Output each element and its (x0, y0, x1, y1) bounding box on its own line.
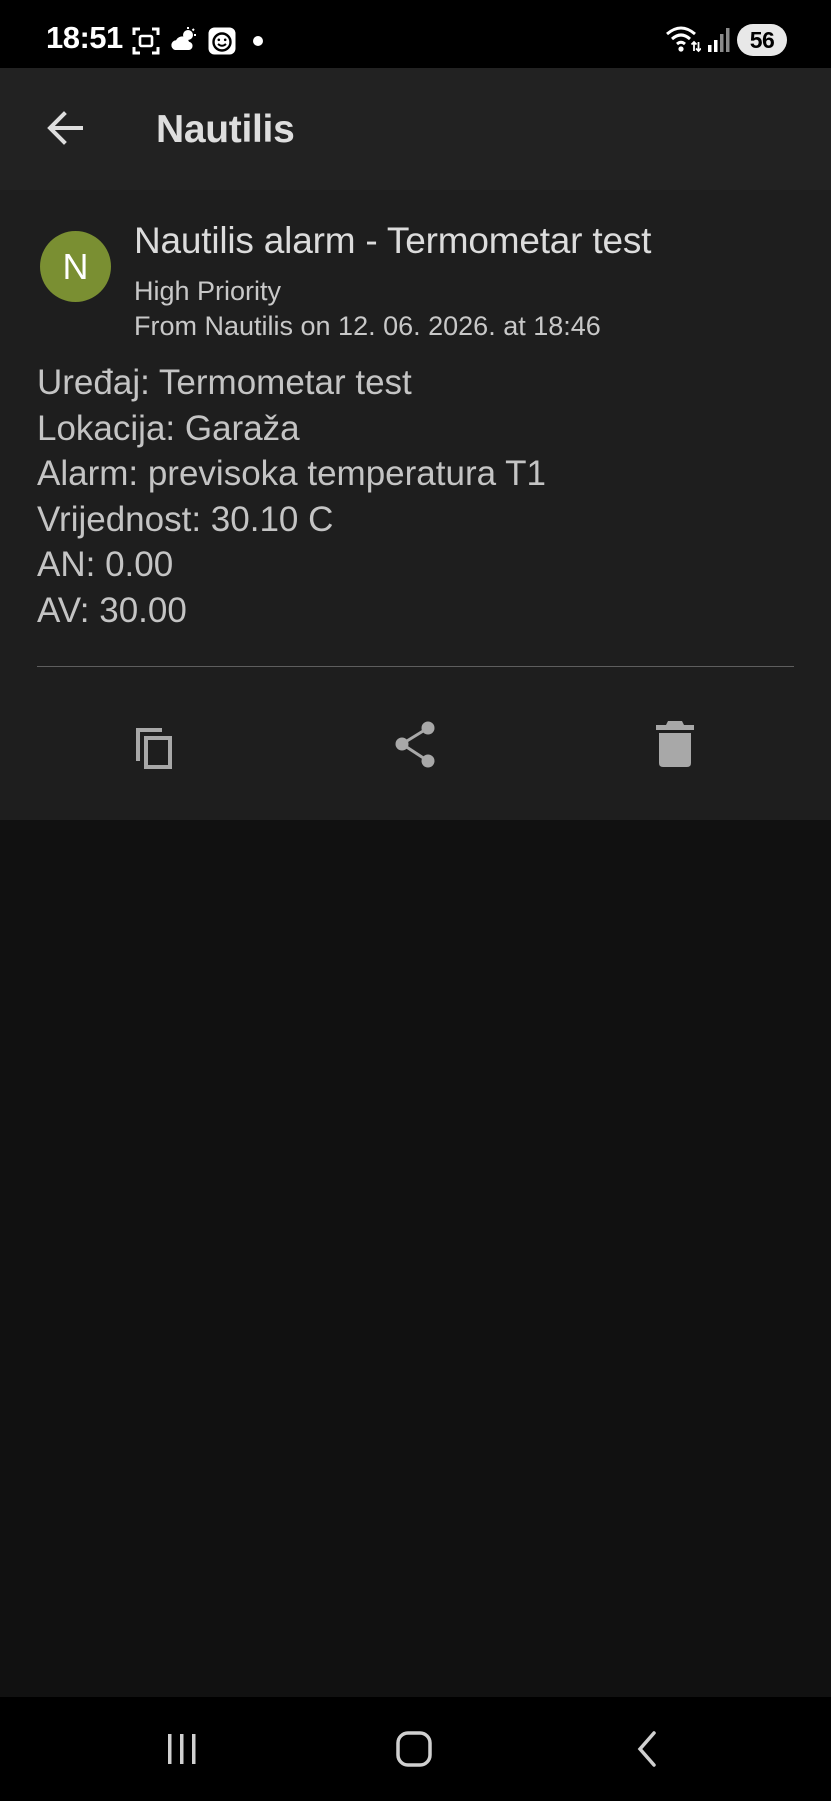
share-icon (395, 721, 435, 768)
screenshot-icon (132, 27, 160, 55)
avatar: N (40, 231, 111, 302)
delete-button[interactable] (640, 710, 710, 780)
notification-dot-icon (253, 36, 263, 46)
home-button[interactable] (369, 1717, 459, 1781)
back-icon (637, 1731, 656, 1767)
body-line: Lokacija: Garaža (37, 408, 300, 448)
status-icons-right: 56 (665, 24, 787, 56)
back-button[interactable] (30, 93, 100, 163)
signal-icon (708, 28, 730, 52)
wifi-icon (666, 26, 701, 53)
notification-sender: From Nautilis on 12. 06. 2026. at 18:46 (134, 311, 601, 341)
notification-priority: High Priority (134, 276, 282, 306)
body-line: Alarm: previsoka temperatura T1 (37, 454, 547, 493)
app-bar: Nautilis (0, 68, 831, 190)
body-line: AN: 0.00 (37, 545, 174, 584)
battery-icon: 56 (737, 24, 787, 56)
recents-icon (168, 1734, 196, 1764)
recents-button[interactable] (137, 1717, 227, 1781)
notification-body: Uređaj: Termometar test Lokacija: Garaža… (37, 360, 546, 633)
system-back-button[interactable] (603, 1717, 693, 1781)
body-line: AV: 30.00 (37, 590, 187, 630)
copy-button[interactable] (120, 710, 190, 780)
share-button[interactable] (381, 710, 451, 780)
notification-card: N Nautilis alarm - Termometar test High … (0, 190, 831, 820)
divider (37, 666, 794, 667)
notification-title: Nautilis alarm - Termometar test (134, 220, 652, 261)
copy-icon (136, 728, 172, 769)
face-icon (208, 27, 236, 55)
arrow-left-icon (47, 111, 83, 145)
navigation-bar (0, 1697, 831, 1801)
status-bar: 18:51 56 (0, 0, 831, 68)
status-time: 18:51 (46, 20, 123, 55)
weather-icon (171, 27, 196, 50)
delete-icon (656, 721, 694, 767)
page-title: Nautilis (156, 108, 295, 151)
body-line: Uređaj: Termometar test (37, 363, 412, 402)
body-line: Vrijednost: 30.10 C (37, 499, 334, 539)
status-icons-left (131, 26, 263, 56)
action-bar (0, 710, 831, 790)
home-icon (396, 1731, 432, 1767)
